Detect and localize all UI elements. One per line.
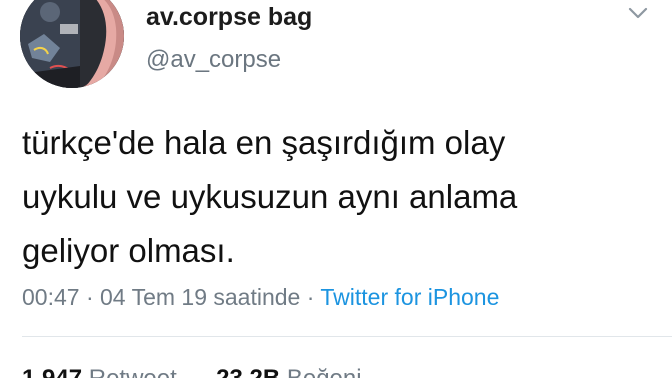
like-label[interactable]: Beğeni [287, 365, 362, 378]
avatar[interactable] [20, 0, 124, 88]
display-name[interactable]: av.corpse bag [146, 2, 312, 32]
tweet-text-line: uykulu ve uykusuzun aynı anlama [22, 178, 518, 215]
tweet-text: türkçe'de hala en şaşırdığım olay uykulu… [22, 116, 652, 278]
tweet-time[interactable]: 00:47 [22, 284, 80, 310]
tweet-card: av.corpse bag @av_corpse türkçe'de hala … [0, 0, 672, 378]
tweet-text-line: geliyor olması. [22, 232, 235, 269]
tweet-source-link[interactable]: Twitter for iPhone [320, 284, 499, 310]
chevron-down-icon[interactable] [626, 4, 650, 22]
tweet-date[interactable]: 04 Tem 19 saatinde [100, 284, 300, 310]
meta-separator: · [85, 284, 94, 310]
tweet-text-line: türkçe'de hala en şaşırdığım olay [22, 124, 506, 161]
tweet-meta: 00:47 · 04 Tem 19 saatinde · Twitter for… [22, 283, 499, 311]
divider [22, 336, 672, 337]
like-count[interactable]: 23,2B [216, 365, 280, 378]
tweet-stats: 1.947 Retweet 23,2B Beğeni [22, 364, 362, 378]
meta-separator: · [306, 284, 315, 310]
user-handle[interactable]: @av_corpse [146, 46, 281, 74]
retweet-count[interactable]: 1.947 [22, 365, 82, 378]
retweet-label[interactable]: Retweet [89, 365, 177, 378]
